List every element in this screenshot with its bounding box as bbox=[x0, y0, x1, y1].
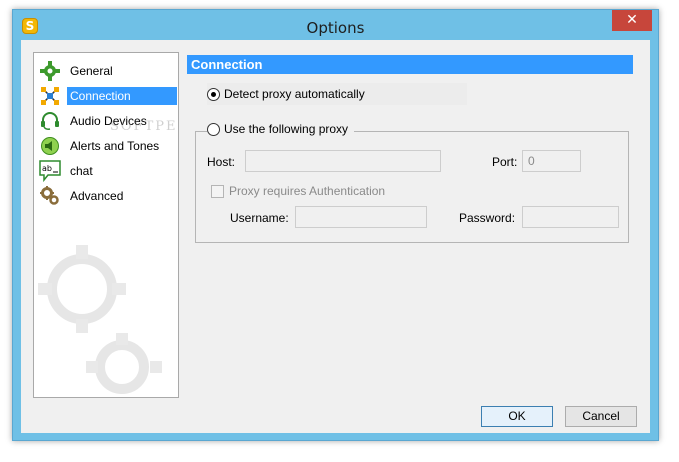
gears-icon bbox=[39, 185, 61, 207]
sidebar-item-label: Advanced bbox=[70, 188, 124, 203]
sidebar-item-advanced[interactable]: Advanced bbox=[37, 184, 177, 207]
port-input[interactable]: 0 bbox=[522, 150, 581, 172]
detect-proxy-radio-row[interactable]: Detect proxy automatically bbox=[207, 87, 365, 101]
gears-background-icon bbox=[38, 245, 162, 394]
proxy-auth-label: Proxy requires Authentication bbox=[229, 184, 386, 198]
sidebar-item-alerts-and-tones[interactable]: Alerts and Tones bbox=[37, 134, 177, 157]
proxy-auth-checkbox[interactable] bbox=[211, 184, 224, 198]
host-label: Host: bbox=[207, 155, 236, 169]
proxy-auth-row[interactable]: Proxy requires Authentication bbox=[211, 184, 385, 198]
password-input[interactable] bbox=[522, 206, 619, 228]
sidebar-item-chat[interactable]: ab chat bbox=[37, 159, 177, 182]
detect-proxy-label: Detect proxy automatically bbox=[224, 87, 365, 101]
username-label: Username: bbox=[230, 211, 289, 225]
sidebar-item-label: General bbox=[70, 63, 113, 78]
detect-proxy-radio[interactable] bbox=[207, 87, 220, 101]
svg-text:ab: ab bbox=[42, 164, 52, 173]
close-button[interactable]: ✕ bbox=[612, 10, 652, 31]
sidebar-item-connection[interactable]: Connection bbox=[37, 84, 177, 107]
sidebar-item-label: chat bbox=[70, 163, 93, 178]
speaker-icon bbox=[39, 135, 61, 157]
options-window: S Options ✕ General Connection Audio Dev… bbox=[12, 9, 659, 441]
headset-icon bbox=[39, 110, 61, 132]
dialog-client-area: General Connection Audio Devices Alerts … bbox=[21, 40, 650, 433]
port-label: Port: bbox=[492, 155, 518, 169]
use-proxy-label: Use the following proxy bbox=[224, 122, 349, 136]
window-title: Options bbox=[306, 19, 365, 37]
network-icon bbox=[39, 85, 61, 107]
ok-button[interactable]: OK bbox=[481, 406, 553, 427]
use-proxy-radio[interactable] bbox=[207, 122, 220, 136]
username-input[interactable] bbox=[295, 206, 427, 228]
watermark-text: SOFTPEDIA bbox=[110, 119, 178, 134]
password-label: Password: bbox=[459, 211, 516, 225]
title-bar[interactable]: S Options ✕ bbox=[13, 10, 658, 40]
section-header: Connection bbox=[187, 55, 633, 74]
gear-icon bbox=[39, 60, 61, 82]
use-proxy-radio-row[interactable]: Use the following proxy bbox=[207, 122, 355, 136]
options-sidebar: General Connection Audio Devices Alerts … bbox=[33, 52, 179, 398]
cancel-button[interactable]: Cancel bbox=[565, 406, 637, 427]
sidebar-item-general[interactable]: General bbox=[37, 59, 177, 82]
host-input[interactable] bbox=[245, 150, 441, 172]
chat-icon: ab bbox=[39, 159, 61, 182]
sidebar-item-label: Alerts and Tones bbox=[70, 138, 160, 153]
sidebar-item-label: Connection bbox=[67, 86, 177, 105]
